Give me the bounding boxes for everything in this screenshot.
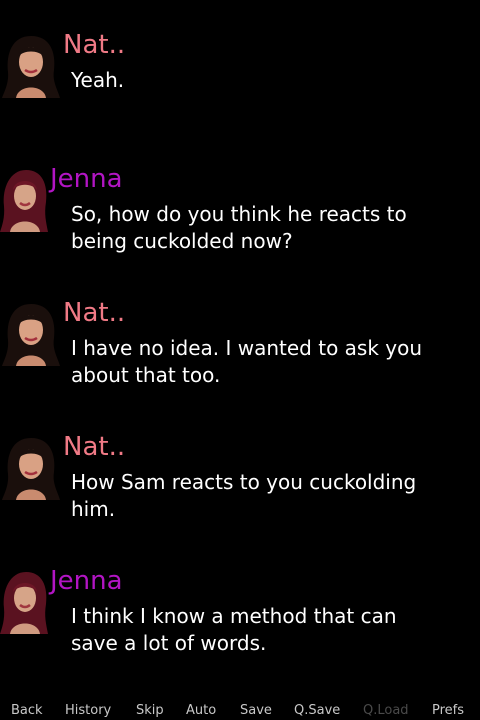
dialogue-text: I think I know a method that can save a …	[71, 604, 397, 655]
speaker-name: Jenna	[50, 164, 123, 194]
back-button[interactable]: Back	[11, 703, 43, 719]
history-entry: Nat.. I have no idea. I wanted to ask yo…	[0, 298, 480, 408]
quick-save-button[interactable]: Q.Save	[294, 703, 340, 719]
save-button[interactable]: Save	[240, 703, 272, 719]
speaker-name: Nat..	[63, 30, 126, 60]
history-button[interactable]: History	[65, 703, 111, 719]
dialogue-text: So, how do you think he reacts to being …	[71, 202, 407, 253]
nat-portrait-icon	[0, 434, 62, 500]
prefs-button[interactable]: Prefs	[432, 703, 464, 719]
quick-load-button[interactable]: Q.Load	[363, 703, 409, 719]
dialogue-text: How Sam reacts to you cuckolding him.	[71, 470, 417, 521]
speaker-name: Jenna	[50, 566, 123, 596]
quick-menu: Back History Skip Auto Save Q.Save Q.Loa…	[0, 700, 480, 720]
dialogue-text: I have no idea. I wanted to ask you abou…	[71, 336, 423, 387]
history-entry: Jenna So, how do you think he reacts to …	[0, 164, 480, 274]
nat-portrait-icon	[0, 300, 62, 366]
history-entry: Nat.. Yeah.	[0, 30, 480, 140]
auto-button[interactable]: Auto	[186, 703, 216, 719]
nat-portrait-icon	[0, 32, 62, 98]
speaker-name: Nat..	[63, 432, 126, 462]
speaker-name: Nat..	[63, 298, 126, 328]
jenna-portrait-icon	[0, 166, 50, 232]
history-entry: Jenna I think I know a method that can s…	[0, 566, 480, 676]
jenna-portrait-icon	[0, 568, 50, 634]
skip-button[interactable]: Skip	[136, 703, 164, 719]
dialogue-text: Yeah.	[71, 68, 125, 92]
history-entry: Nat.. How Sam reacts to you cuckolding h…	[0, 432, 480, 542]
